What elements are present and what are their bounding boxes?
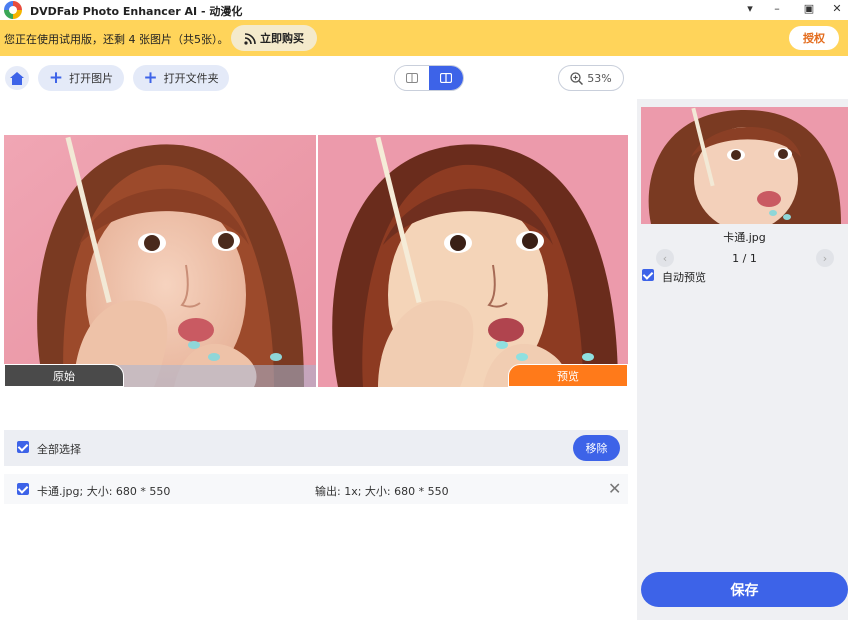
maximize-icon[interactable]: ▣ bbox=[799, 1, 819, 17]
zoom-level: 53% bbox=[587, 71, 612, 85]
table-row[interactable]: 卡通.jpg; 大小: 680 * 550 输出: 1x; 大小: 680 * … bbox=[4, 474, 628, 504]
open-image-button[interactable]: + 打开图片 bbox=[38, 65, 124, 91]
dropdown-menu-icon[interactable]: ▾ bbox=[740, 1, 760, 17]
buy-now-label: 立即购买 bbox=[260, 32, 304, 45]
split-view-button[interactable] bbox=[395, 66, 429, 90]
original-image[interactable] bbox=[4, 135, 316, 387]
authorize-button[interactable]: 授权 bbox=[789, 26, 839, 50]
select-all-label: 全部选择 bbox=[37, 443, 81, 456]
file-list-header: 全部选择 移除 bbox=[4, 430, 628, 466]
buy-now-button[interactable]: 立即购买 bbox=[231, 25, 317, 51]
file-checkbox[interactable] bbox=[17, 483, 29, 495]
select-all-checkbox[interactable] bbox=[17, 441, 29, 453]
compare-view-icon bbox=[440, 73, 452, 83]
split-view-icon bbox=[406, 73, 418, 83]
zoom-control[interactable]: 53% bbox=[558, 65, 624, 91]
title-bar: DVDFab Photo Enhancer AI - 动漫化 ▾ – ▣ ✕ bbox=[0, 0, 848, 20]
girl-photo-original bbox=[4, 135, 316, 387]
preview-tag: 预览 bbox=[508, 364, 628, 387]
original-tag: 原始 bbox=[4, 364, 124, 387]
remove-button[interactable]: 移除 bbox=[573, 435, 620, 461]
minimize-icon[interactable]: – bbox=[767, 1, 787, 17]
zoom-in-icon bbox=[570, 71, 584, 85]
auto-preview-label: 自动预览 bbox=[662, 271, 706, 284]
compare-view-button[interactable] bbox=[429, 66, 463, 90]
home-button[interactable] bbox=[5, 66, 29, 90]
open-image-label: 打开图片 bbox=[69, 72, 114, 85]
save-button[interactable]: 保存 bbox=[641, 572, 848, 607]
girl-thumbnail bbox=[641, 107, 848, 224]
plus-icon: + bbox=[143, 67, 158, 88]
open-folder-button[interactable]: + 打开文件夹 bbox=[133, 65, 229, 91]
next-page-icon[interactable]: › bbox=[816, 249, 834, 267]
file-info: 卡通.jpg; 大小: 680 * 550 bbox=[37, 485, 171, 498]
plus-icon: + bbox=[48, 67, 64, 88]
file-output-info: 输出: 1x; 大小: 680 * 550 bbox=[315, 485, 449, 498]
window-title: DVDFab Photo Enhancer AI - 动漫化 bbox=[30, 5, 243, 18]
rss-icon bbox=[244, 32, 256, 45]
preview-image[interactable] bbox=[318, 135, 628, 387]
thumbnail-filename: 卡通.jpg bbox=[723, 231, 766, 244]
open-folder-label: 打开文件夹 bbox=[163, 72, 219, 85]
auto-preview-checkbox[interactable] bbox=[642, 269, 654, 281]
remove-file-icon[interactable]: ✕ bbox=[608, 479, 621, 498]
view-mode-toggle[interactable] bbox=[394, 65, 464, 91]
home-icon bbox=[10, 71, 24, 85]
thumbnail-image[interactable] bbox=[641, 107, 848, 224]
trial-banner: 您正在使用试用版，还剩 4 张图片（共5张）。 立即购买 授权 bbox=[0, 20, 848, 56]
trial-text: 您正在使用试用版，还剩 4 张图片（共5张）。 bbox=[4, 33, 229, 46]
app-logo bbox=[4, 1, 22, 19]
right-sidebar: 卡通.jpg ‹ 1 / 1 › 自动预览 保存 bbox=[637, 99, 848, 620]
close-icon[interactable]: ✕ bbox=[827, 1, 847, 17]
girl-photo-anime bbox=[318, 135, 628, 387]
